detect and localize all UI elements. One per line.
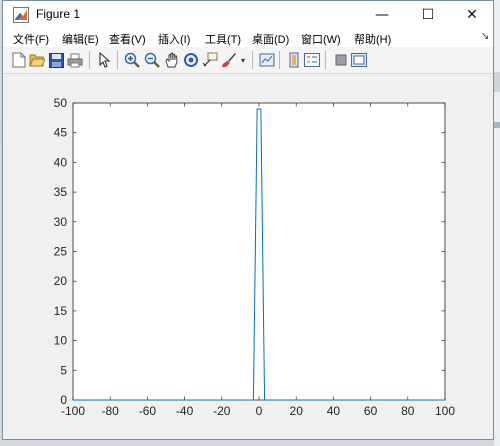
zoom-out-button[interactable] [143,51,161,69]
minimize-button[interactable]: — [359,1,405,28]
x-tick-label: 80 [401,404,415,418]
save-icon [48,52,64,68]
x-tick-label: 0 [256,404,263,418]
line-plot[interactable]: -100 -80 -60 -40 -20 0 20 40 60 80 100051015202530… [3,74,493,439]
y-tick-label: 0 [60,393,67,407]
background-app [494,0,500,446]
figure-window: Figure 1 — ☐ ✕ 文件(F) 编辑(E) 查看(V) 插入(I) 工… [2,0,494,440]
toolbar-separator [89,51,90,69]
maximize-icon: ☐ [421,6,435,23]
menu-edit[interactable]: 编辑(E) [62,31,99,47]
pan-icon [165,52,178,68]
brush-icon [222,53,236,67]
toolbar-separator [279,51,280,69]
open-file-button[interactable] [28,51,46,69]
data-cursor-icon [202,52,218,67]
y-tick-label: 20 [54,274,68,288]
new-figure-icon [12,52,26,68]
brush-button[interactable] [220,51,238,69]
menu-insert[interactable]: 插入(I) [158,31,190,47]
y-tick-label: 10 [54,334,68,348]
maximize-button[interactable]: ☐ [405,1,451,28]
close-button[interactable]: ✕ [449,1,495,28]
edit-plot-button[interactable] [96,51,114,69]
show-plot-tools-icon [351,53,367,67]
y-tick-label: 45 [54,126,68,140]
figure-canvas[interactable]: -100 -80 -60 -40 -20 0 20 40 60 80 100 0 5 10 15 20 25 30… [3,74,493,439]
toolbar-separator [252,51,253,69]
axes-box[interactable] [72,102,446,401]
pointer-icon [99,52,111,68]
zoom-in-icon [124,52,140,68]
insert-legend-button[interactable] [303,51,321,69]
menubar-overflow-icon[interactable]: ↘ [481,31,489,42]
menu-help[interactable]: 帮助(H) [354,31,391,47]
menu-bar: 文件(F) 编辑(E) 查看(V) 插入(I) 工具(T) 桌面(D) 窗口(W… [3,28,493,47]
y-tick-label: 35 [54,185,68,199]
insert-colorbar-button[interactable] [285,51,303,69]
y-tick-label: 25 [54,245,68,259]
figure-toolbar: ▾ [3,47,493,74]
save-button[interactable] [47,51,65,69]
x-tick-label: -80 [102,404,120,418]
x-tick-label: 60 [364,404,378,418]
close-icon: ✕ [466,6,478,23]
y-tick-label: 50 [54,96,68,110]
hide-plot-tools-icon [335,54,347,66]
print-button[interactable] [66,51,84,69]
brush-dropdown-icon: ▾ [240,55,245,65]
menu-desktop[interactable]: 桌面(D) [252,31,289,47]
background-app-strip [494,72,500,92]
menu-file[interactable]: 文件(F) [13,31,49,47]
rotate-3d-icon [184,53,198,67]
menu-window[interactable]: 窗口(W) [301,31,341,47]
insert-legend-icon [304,53,320,67]
zoom-in-button[interactable] [123,51,141,69]
x-tick-label: 100 [435,404,455,418]
rotate-3d-button[interactable] [182,51,200,69]
x-tick-label: 40 [327,404,341,418]
link-plot-button[interactable] [258,51,276,69]
toolbar-separator [325,51,326,69]
y-tick-label: 5 [60,363,67,377]
print-icon [67,53,83,67]
background-app-marker [494,122,500,128]
menu-view[interactable]: 查看(V) [109,31,146,47]
x-tick-label: 20 [290,404,304,418]
pan-button[interactable] [163,51,181,69]
brush-dropdown-button[interactable]: ▾ [238,51,248,69]
insert-colorbar-icon [289,52,299,68]
link-plot-icon [259,53,275,67]
y-tick-label: 40 [54,155,68,169]
x-tick-label: -40 [176,404,194,418]
x-tick-label: -60 [139,404,157,418]
y-tick-label: 15 [54,304,68,318]
toolbar-separator [117,51,118,69]
x-tick-label: -20 [213,404,231,418]
show-plot-tools-button[interactable] [350,51,368,69]
y-tick-label: 30 [54,215,68,229]
minimize-icon: — [375,6,389,23]
hide-plot-tools-button[interactable] [332,51,350,69]
menu-tools[interactable]: 工具(T) [205,31,241,47]
zoom-out-icon [144,52,160,68]
window-title: Figure 1 [36,7,81,21]
title-bar[interactable]: Figure 1 — ☐ ✕ [3,1,493,28]
matlab-logo-icon [13,7,29,23]
open-file-icon [29,54,45,67]
new-figure-button[interactable] [10,51,28,69]
data-cursor-button[interactable] [201,51,219,69]
